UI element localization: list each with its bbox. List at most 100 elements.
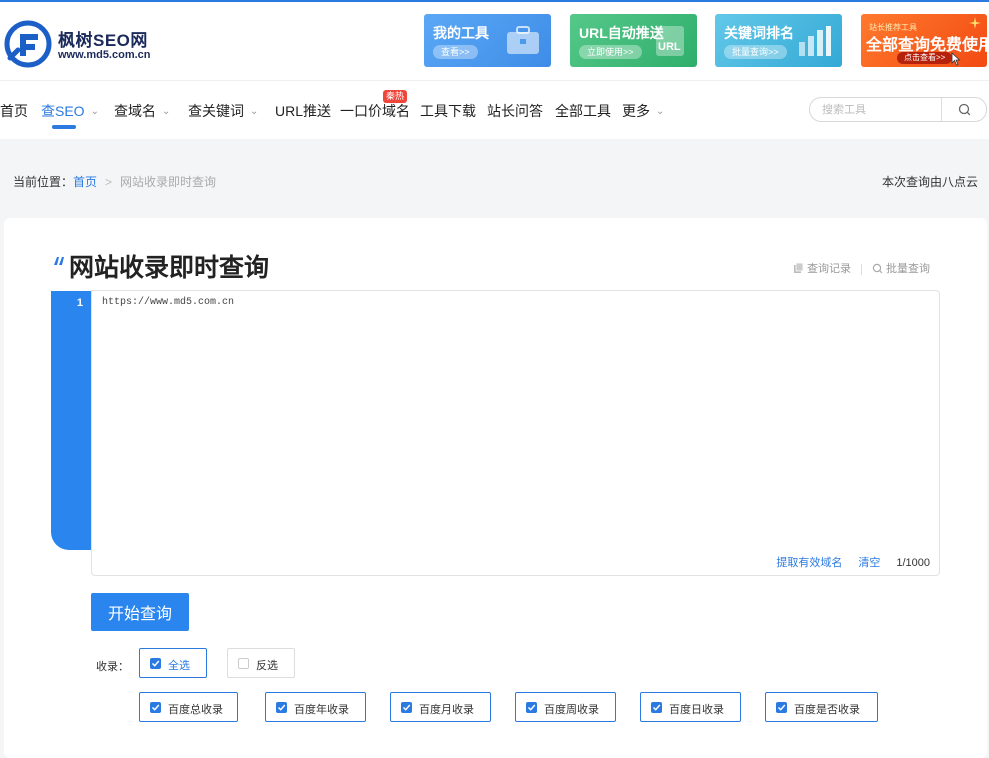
checkbox-checked-icon — [651, 702, 662, 713]
batch-query-label: 批量查询 — [886, 263, 930, 275]
provider-note: 本次查询由八点云 — [881, 175, 978, 189]
extract-domains-link[interactable]: 提取有效域名 — [776, 557, 842, 569]
active-tab-indicator — [52, 125, 76, 129]
start-query-button[interactable]: 开始查询 — [91, 593, 189, 631]
site-header: 枫树SEO网 www.md5.com.cn 我的工具 查看>> URL自动推送 … — [0, 2, 989, 80]
nav-item-more[interactable]: 更多 ⌄ — [622, 101, 664, 121]
url-input[interactable]: https://www.md5.com.cn — [102, 295, 922, 545]
nav-label: 全部工具 — [555, 103, 611, 119]
tool-search — [809, 97, 987, 122]
nav-item-url-push[interactable]: URL推送 — [275, 101, 331, 121]
option-label: 全选 — [168, 660, 190, 672]
search-input[interactable] — [820, 101, 939, 119]
invert-selection-checkbox[interactable]: 反选 — [227, 648, 295, 678]
banner-button[interactable]: 查看>> — [433, 45, 478, 59]
option-label: 百度日收录 — [669, 704, 724, 716]
hot-badge: 秦热 — [383, 90, 408, 103]
nav-label: 更多 — [622, 103, 650, 119]
nav-item-domain[interactable]: 查域名 ⌄ — [114, 101, 170, 121]
index-options-label: 收录： — [96, 661, 129, 673]
banner-keyword-rank[interactable]: 关键词排名 批量查询>> — [715, 14, 842, 67]
nav-item-home[interactable]: 首页 — [0, 101, 28, 121]
line-counter: 1/1000 — [896, 557, 930, 569]
search-icon[interactable] — [950, 101, 980, 118]
banner-url-push[interactable]: URL自动推送 立即使用>> URL — [570, 14, 697, 67]
banner-free-query[interactable]: 站长推荐工具 全部查询免费使用 点击查看>> — [861, 14, 987, 67]
editor-footer: 提取有效域名 清空 1/1000 — [760, 554, 930, 570]
checkbox-checked-icon — [401, 702, 412, 713]
search-icon — [872, 263, 883, 273]
nav-label: 一口价域名 — [340, 103, 410, 119]
url-editor: https://www.md5.com.cn 提取有效域名 清空 1/1000 — [91, 290, 940, 576]
option-label: 百度周收录 — [544, 704, 599, 716]
banner-button[interactable]: 点击查看>> — [897, 52, 953, 64]
option-label: 百度年收录 — [294, 704, 349, 716]
checkbox-checked-icon — [150, 702, 161, 713]
logo-url: www.md5.com.cn — [58, 49, 151, 61]
quote-icon — [54, 257, 64, 265]
nav-label: URL推送 — [275, 103, 332, 119]
tool-links: 查询记录 批量查询 — [793, 260, 930, 277]
banner-button[interactable]: 批量查询>> — [724, 45, 787, 59]
nav-label: 查域名 — [114, 103, 156, 119]
option-label: 百度总收录 — [168, 704, 223, 716]
batch-query-link[interactable]: 批量查询 — [872, 260, 930, 276]
select-all-checkbox[interactable]: 全选 — [139, 648, 207, 678]
nav-label: 站长问答 — [487, 103, 543, 119]
option-baidu-year[interactable]: 百度年收录 — [265, 692, 366, 722]
page-title: 网站收录即时查询 — [69, 254, 270, 282]
nav-item-downloads[interactable]: 工具下载 — [420, 101, 476, 121]
nav-item-qa[interactable]: 站长问答 — [487, 101, 543, 121]
nav-label: 首页 — [0, 103, 28, 119]
option-label: 反选 — [256, 660, 278, 672]
option-baidu-indexed[interactable]: 百度是否收录 — [765, 692, 878, 722]
toolbox-icon — [507, 26, 539, 54]
search-divider — [941, 98, 942, 121]
sparkle-icon — [969, 17, 981, 29]
option-baidu-week[interactable]: 百度周收录 — [515, 692, 616, 722]
breadcrumb-home-link[interactable]: 首页 — [73, 175, 97, 189]
nav-label: 查关键词 — [188, 103, 244, 119]
logo-mark-icon — [4, 20, 52, 68]
history-link-label: 查询记录 — [807, 263, 851, 275]
checkbox-unchecked-icon — [238, 658, 249, 669]
banner-title: 关键词排名 — [724, 25, 794, 41]
breadcrumb: 当前位置：首页 > 网站收录即时查询 — [13, 173, 216, 190]
option-baidu-month[interactable]: 百度月收录 — [390, 692, 491, 722]
line-number-gutter: 1 — [51, 291, 91, 550]
nav-item-fixed-price-domain[interactable]: 一口价域名 — [340, 101, 410, 121]
nav-item-keyword[interactable]: 查关键词 ⌄ — [188, 101, 258, 121]
banner-button[interactable]: 立即使用>> — [579, 45, 642, 59]
banner-title: URL自动推送 — [579, 25, 664, 41]
chevron-down-icon: ⌄ — [90, 106, 99, 117]
chevron-down-icon: ⌄ — [162, 106, 171, 117]
nav-label: 工具下载 — [420, 103, 476, 119]
banner-my-tools[interactable]: 我的工具 查看>> — [424, 14, 551, 67]
chevron-down-icon: ⌄ — [250, 106, 259, 117]
chevron-right-icon: > — [105, 175, 113, 189]
breadcrumb-current: 网站收录即时查询 — [120, 175, 217, 189]
breadcrumb-prefix: 当前位置： — [13, 175, 74, 189]
svg-text:URL: URL — [658, 41, 681, 53]
banner-title: 我的工具 — [433, 25, 489, 41]
line-number: 1 — [76, 297, 83, 309]
site-logo[interactable]: 枫树SEO网 www.md5.com.cn — [4, 20, 164, 70]
url-icon: URL — [656, 26, 684, 56]
history-link[interactable]: 查询记录 — [793, 260, 851, 276]
bar-chart-icon — [799, 26, 831, 56]
checkbox-checked-icon — [526, 702, 537, 713]
main-nav: 首页 查SEO ⌄ 查域名 ⌄ 查关键词 ⌄ URL推送 一口价域名 秦热 工具下载 … — [0, 80, 989, 139]
option-baidu-day[interactable]: 百度日收录 — [640, 692, 741, 722]
checkbox-checked-icon — [150, 658, 161, 669]
option-label: 百度是否收录 — [794, 704, 860, 716]
option-baidu-total[interactable]: 百度总收录 — [139, 692, 238, 722]
nav-item-all-tools[interactable]: 全部工具 — [555, 101, 611, 121]
option-label: 百度月收录 — [419, 704, 474, 716]
chevron-down-icon: ⌄ — [656, 106, 665, 117]
tool-card: 网站收录即时查询 查询记录 批量查询 1 https://www.md5.com… — [4, 218, 987, 758]
nav-item-seo[interactable]: 查SEO ⌄ — [41, 101, 99, 121]
clear-link[interactable]: 清空 — [858, 557, 880, 569]
logo-name: 枫树SEO网 — [58, 31, 148, 50]
pointer-icon — [951, 52, 961, 66]
nav-label: 查SEO — [41, 103, 85, 119]
